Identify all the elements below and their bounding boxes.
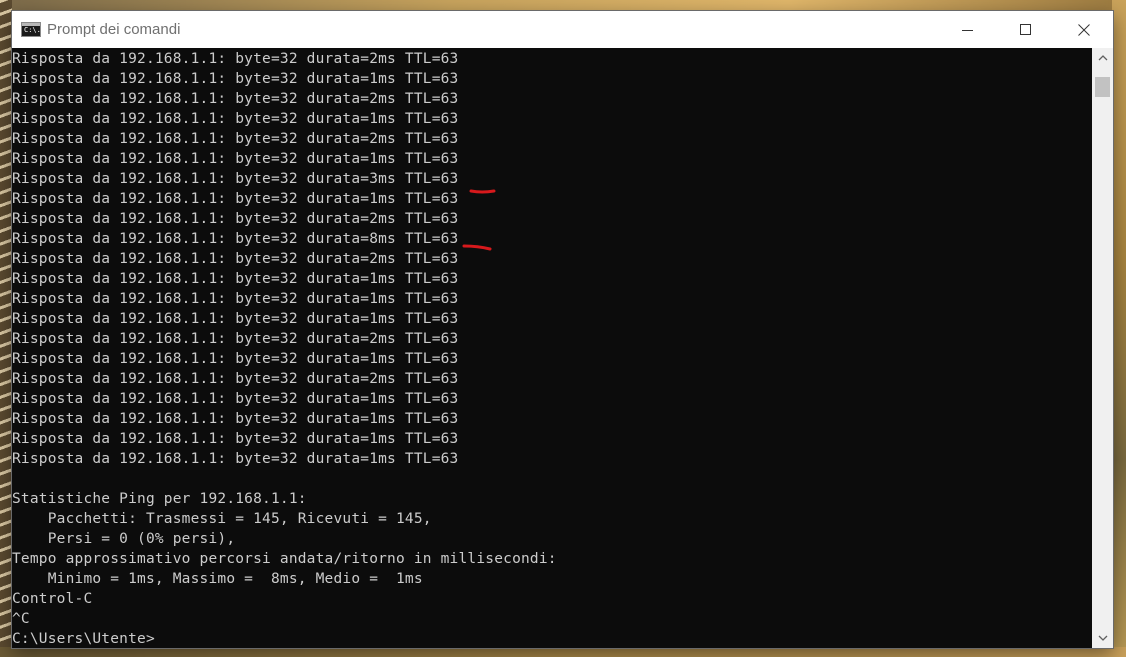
chevron-down-icon (1098, 635, 1107, 641)
minimize-icon (962, 29, 973, 31)
scrollbar-thumb[interactable] (1095, 77, 1110, 97)
window-controls (939, 11, 1113, 48)
console-line: Risposta da 192.168.1.1: byte=32 durata=… (12, 111, 459, 127)
console-line: Risposta da 192.168.1.1: byte=32 durata=… (12, 311, 459, 327)
close-icon (1078, 23, 1090, 36)
chevron-up-icon (1098, 55, 1107, 61)
console-line: Risposta da 192.168.1.1: byte=32 durata=… (12, 331, 459, 347)
maximize-button[interactable] (997, 11, 1055, 48)
console-line: Risposta da 192.168.1.1: byte=32 durata=… (12, 131, 459, 147)
maximize-icon (1020, 23, 1031, 35)
console-line: Statistiche Ping per 192.168.1.1: (12, 491, 307, 507)
console-line: C:\Users\Utente> (12, 631, 155, 647)
console-output-area[interactable]: Risposta da 192.168.1.1: byte=32 durata=… (12, 48, 1092, 648)
console-line: ^C (12, 611, 30, 627)
cmd-app-icon[interactable]: C:\. (21, 22, 41, 37)
vertical-scrollbar[interactable] (1092, 48, 1113, 648)
console-line: Risposta da 192.168.1.1: byte=32 durata=… (12, 231, 459, 247)
console-line: Risposta da 192.168.1.1: byte=32 durata=… (12, 271, 459, 287)
title-bar[interactable]: C:\. Prompt dei comandi (12, 11, 1113, 48)
minimize-button[interactable] (939, 11, 997, 48)
console-line: Risposta da 192.168.1.1: byte=32 durata=… (12, 431, 459, 447)
cmd-app-icon-label: C:\. (24, 26, 41, 34)
console-line: Risposta da 192.168.1.1: byte=32 durata=… (12, 211, 459, 227)
command-prompt-window[interactable]: C:\. Prompt dei comandi Risposta da 192.… (12, 11, 1113, 648)
console-line: Risposta da 192.168.1.1: byte=32 durata=… (12, 171, 459, 187)
console-line: Risposta da 192.168.1.1: byte=32 durata=… (12, 91, 459, 107)
console-line: Risposta da 192.168.1.1: byte=32 durata=… (12, 371, 459, 387)
console-line: Risposta da 192.168.1.1: byte=32 durata=… (12, 191, 459, 207)
desktop-wallpaper-left (0, 0, 12, 657)
console-line: Risposta da 192.168.1.1: byte=32 durata=… (12, 291, 459, 307)
desktop-wallpaper-bottom (0, 647, 1126, 657)
console-line: Tempo approssimativo percorsi andata/rit… (12, 551, 557, 567)
console-line: Risposta da 192.168.1.1: byte=32 durata=… (12, 71, 459, 87)
console-line: Risposta da 192.168.1.1: byte=32 durata=… (12, 351, 459, 367)
scroll-up-button[interactable] (1092, 48, 1113, 68)
console-line: Control-C (12, 591, 93, 607)
desktop-wallpaper-right (1112, 0, 1126, 657)
console-line: Risposta da 192.168.1.1: byte=32 durata=… (12, 51, 459, 67)
window-title: Prompt dei comandi (47, 21, 181, 38)
console-line: Risposta da 192.168.1.1: byte=32 durata=… (12, 451, 459, 467)
console-line: Pacchetti: Trasmessi = 145, Ricevuti = 1… (12, 511, 432, 527)
console-lines: Risposta da 192.168.1.1: byte=32 durata=… (12, 49, 557, 648)
close-button[interactable] (1055, 11, 1113, 48)
console-line: Persi = 0 (0% persi), (12, 531, 236, 547)
console-line: Minimo = 1ms, Massimo = 8ms, Medio = 1ms (12, 571, 423, 587)
scroll-down-button[interactable] (1092, 628, 1113, 648)
console-line: Risposta da 192.168.1.1: byte=32 durata=… (12, 391, 459, 407)
console-line: Risposta da 192.168.1.1: byte=32 durata=… (12, 411, 459, 427)
console-line: Risposta da 192.168.1.1: byte=32 durata=… (12, 151, 459, 167)
console-line: Risposta da 192.168.1.1: byte=32 durata=… (12, 251, 459, 267)
